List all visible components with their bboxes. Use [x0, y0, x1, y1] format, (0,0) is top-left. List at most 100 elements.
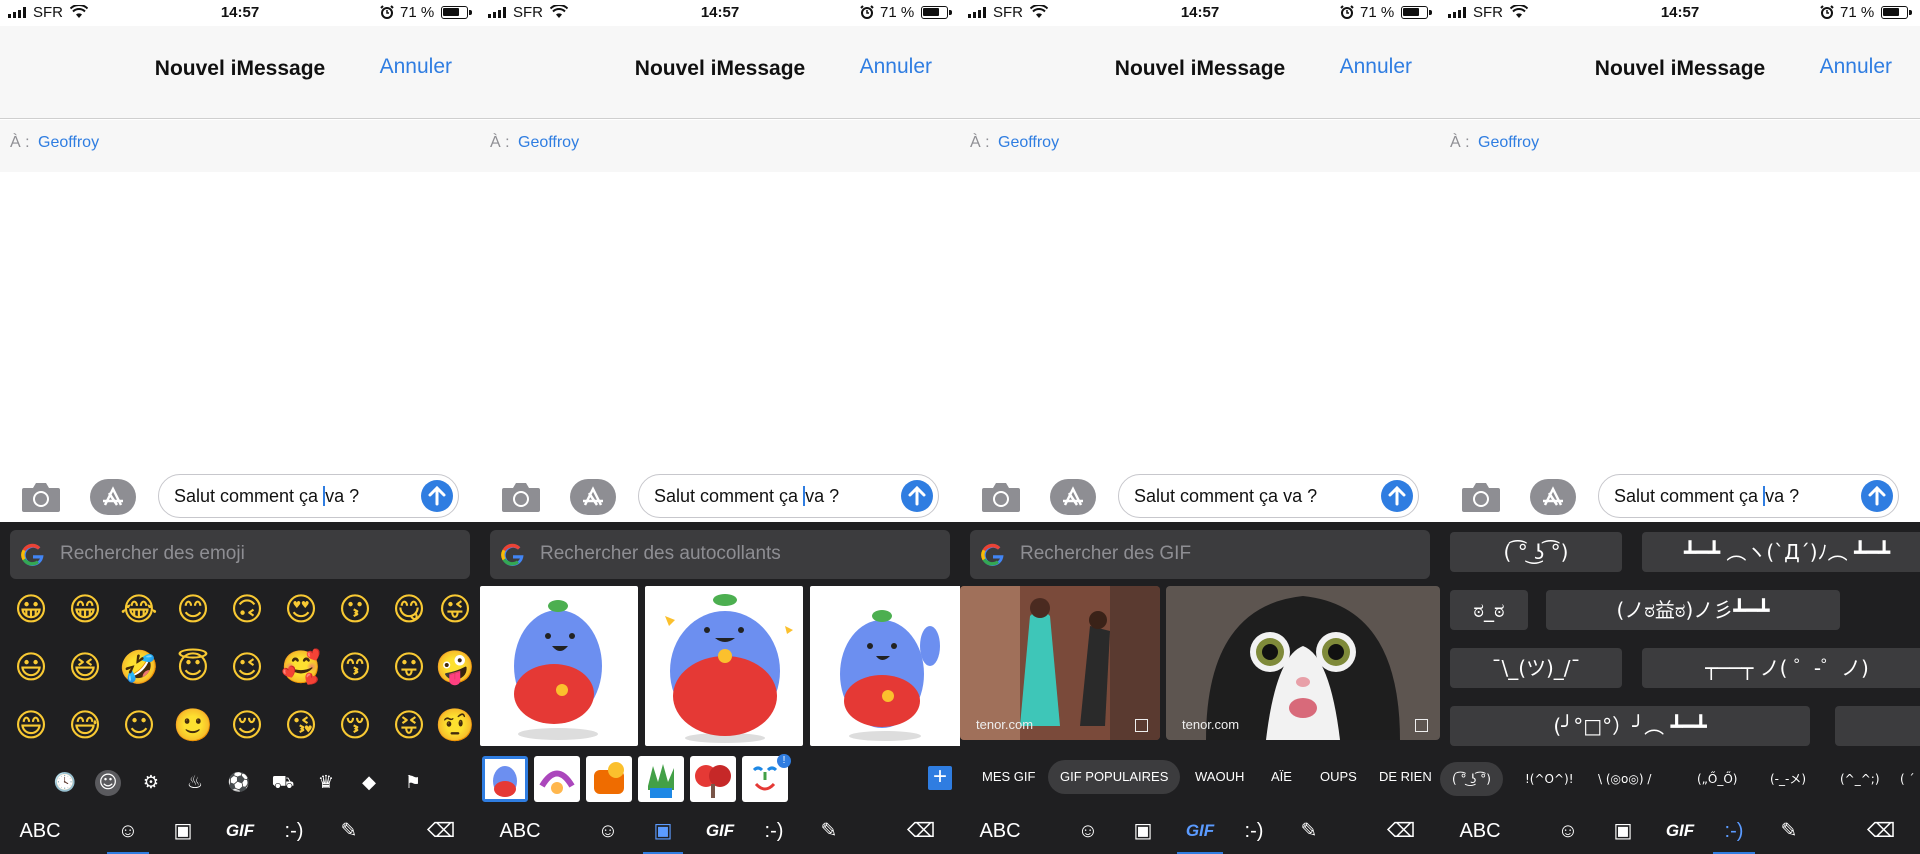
- emoji-key[interactable]: 🤣: [116, 644, 162, 690]
- emoji-key[interactable]: 😄: [8, 702, 54, 748]
- app-store-icon[interactable]: [570, 479, 616, 515]
- emoji-key[interactable]: 😆: [62, 644, 108, 690]
- kaomoji-category-tab[interactable]: ( ͡° ͜ʖ ͡°): [1440, 762, 1503, 796]
- kaomoji-tab[interactable]: :-): [278, 814, 310, 848]
- gif-tab[interactable]: GIF: [222, 814, 258, 848]
- kaomoji-tab[interactable]: :-): [758, 814, 790, 848]
- message-text[interactable]: Salut comment ça va ?: [1134, 486, 1317, 507]
- camera-icon[interactable]: [20, 480, 62, 514]
- basketball-category-icon[interactable]: ⚽: [226, 770, 252, 796]
- emoji-key[interactable]: 😅: [62, 702, 108, 748]
- sticker-pack-thumb[interactable]: [690, 756, 736, 802]
- open-external-icon[interactable]: [1415, 719, 1428, 732]
- sticker-item[interactable]: [810, 586, 960, 746]
- emoji-search-field[interactable]: Rechercher des emoji: [10, 530, 470, 579]
- kaomoji-key[interactable]: (╯°□°）╯︵ ┻━┻: [1450, 706, 1810, 746]
- kaomoji-category-tab[interactable]: (^_^;): [1840, 762, 1880, 796]
- recipient-name[interactable]: Geoffroy: [998, 134, 1059, 152]
- emoji-key[interactable]: 🤪: [432, 644, 478, 690]
- gear-icon[interactable]: ⚙: [138, 770, 164, 796]
- send-button[interactable]: [421, 480, 453, 512]
- gif-tab[interactable]: GIF: [702, 814, 738, 848]
- emoji-key[interactable]: 😗: [332, 586, 378, 632]
- draw-pen-icon[interactable]: ✎: [1294, 814, 1324, 848]
- app-store-icon[interactable]: [1050, 479, 1096, 515]
- abc-key[interactable]: ABC: [495, 814, 545, 848]
- sticker-tab-icon[interactable]: ▣: [1128, 814, 1158, 848]
- kaomoji-category-tab[interactable]: !(^O^)!: [1525, 762, 1574, 796]
- message-text[interactable]: Salut comment ça va ?: [654, 486, 839, 507]
- app-store-icon[interactable]: [1530, 479, 1576, 515]
- abc-key[interactable]: ABC: [15, 814, 65, 848]
- gif-category-tab[interactable]: GIF POPULAIRES: [1048, 760, 1181, 794]
- kaomoji-key[interactable]: ಠ_ಠ: [1450, 590, 1528, 630]
- gif-search-field[interactable]: Rechercher des GIF: [970, 530, 1430, 579]
- gif-result[interactable]: tenor.com: [960, 586, 1160, 740]
- sticker-item[interactable]: [645, 586, 803, 746]
- emoji-key[interactable]: 😘: [278, 702, 324, 748]
- camera-icon[interactable]: [980, 480, 1022, 514]
- recent-clock-icon[interactable]: 🕓: [52, 770, 78, 796]
- recipient-field[interactable]: À : Geoffroy: [960, 120, 1440, 172]
- emoji-key[interactable]: 😉: [224, 644, 270, 690]
- smiley-category-icon[interactable]: ☺: [95, 770, 121, 796]
- kaomoji-category-tab[interactable]: (-_-メ): [1770, 762, 1806, 796]
- emoji-tab-icon[interactable]: ☺: [107, 814, 149, 854]
- kaomoji-category-tab[interactable]: („Ő_Ő): [1697, 762, 1737, 796]
- sticker-pack-thumb[interactable]: [534, 756, 580, 802]
- emoji-tab-icon[interactable]: ☺: [1552, 814, 1584, 848]
- emoji-key[interactable]: 😌: [224, 702, 270, 748]
- recipient-field[interactable]: À : Geoffroy: [1440, 120, 1920, 172]
- open-external-icon[interactable]: [1135, 719, 1148, 732]
- emoji-key[interactable]: 🙂: [170, 702, 216, 748]
- emoji-key[interactable]: 😇: [170, 644, 216, 690]
- emoji-tab-icon[interactable]: ☺: [592, 814, 624, 848]
- sticker-tab-icon[interactable]: ▣: [643, 814, 683, 854]
- sticker-pack-thumb[interactable]: [482, 756, 528, 802]
- message-text[interactable]: Salut comment ça va ?: [174, 486, 359, 507]
- backspace-icon[interactable]: ⌫: [424, 814, 458, 848]
- kaomoji-key-partial[interactable]: [1835, 706, 1920, 746]
- send-button[interactable]: [1861, 480, 1893, 512]
- emoji-key[interactable]: 😛: [386, 644, 432, 690]
- emoji-key[interactable]: 🙃: [224, 586, 270, 632]
- sticker-tab-icon[interactable]: ▣: [1608, 814, 1638, 848]
- cancel-button[interactable]: Annuler: [380, 55, 452, 79]
- emoji-key[interactable]: 🤨: [432, 702, 478, 748]
- gif-tab[interactable]: GIF: [1662, 814, 1698, 848]
- emoji-key[interactable]: 😊: [170, 586, 216, 632]
- send-button[interactable]: [901, 480, 933, 512]
- app-store-icon[interactable]: [90, 479, 136, 515]
- abc-key[interactable]: ABC: [975, 814, 1025, 848]
- message-field[interactable]: Salut comment ça va ?: [1118, 474, 1419, 518]
- recipient-name[interactable]: Geoffroy: [1478, 134, 1539, 152]
- emoji-key[interactable]: 🥰: [278, 644, 324, 690]
- message-field[interactable]: Salut comment ça va ?: [158, 474, 459, 518]
- emoji-key[interactable]: 😝: [386, 702, 432, 748]
- diamond-category-icon[interactable]: ◆: [356, 770, 382, 796]
- sticker-search-field[interactable]: Rechercher des autocollants: [490, 530, 950, 579]
- cake-category-icon[interactable]: ♨: [182, 770, 208, 796]
- message-text[interactable]: Salut comment ça va ?: [1614, 486, 1799, 507]
- kaomoji-key[interactable]: ┻━┻ ︵ヽ(`Д´)ﾉ︵ ┻━┻: [1642, 532, 1920, 572]
- emoji-tab-icon[interactable]: ☺: [1072, 814, 1104, 848]
- add-sticker-button[interactable]: +: [928, 765, 952, 790]
- draw-pen-icon[interactable]: ✎: [814, 814, 844, 848]
- recipient-name[interactable]: Geoffroy: [38, 134, 99, 152]
- cancel-button[interactable]: Annuler: [1340, 55, 1412, 79]
- emoji-key[interactable]: 😀: [8, 586, 54, 632]
- gif-category-tab[interactable]: OUPS: [1320, 760, 1357, 794]
- sticker-pack-thumb[interactable]: [586, 756, 632, 802]
- kaomoji-tab[interactable]: :-): [1238, 814, 1270, 848]
- car-category-icon[interactable]: ⛟: [270, 770, 296, 796]
- send-button[interactable]: [1381, 480, 1413, 512]
- emoji-key[interactable]: ☺: [116, 702, 162, 748]
- sticker-item[interactable]: [480, 586, 638, 746]
- message-field[interactable]: Salut comment ça va ?: [638, 474, 939, 518]
- emoji-key[interactable]: 😙: [332, 644, 378, 690]
- backspace-icon[interactable]: ⌫: [1384, 814, 1418, 848]
- message-field[interactable]: Salut comment ça va ?: [1598, 474, 1899, 518]
- sticker-pack-thumb[interactable]: [638, 756, 684, 802]
- draw-pen-icon[interactable]: ✎: [334, 814, 364, 848]
- emoji-key[interactable]: 😍: [278, 586, 324, 632]
